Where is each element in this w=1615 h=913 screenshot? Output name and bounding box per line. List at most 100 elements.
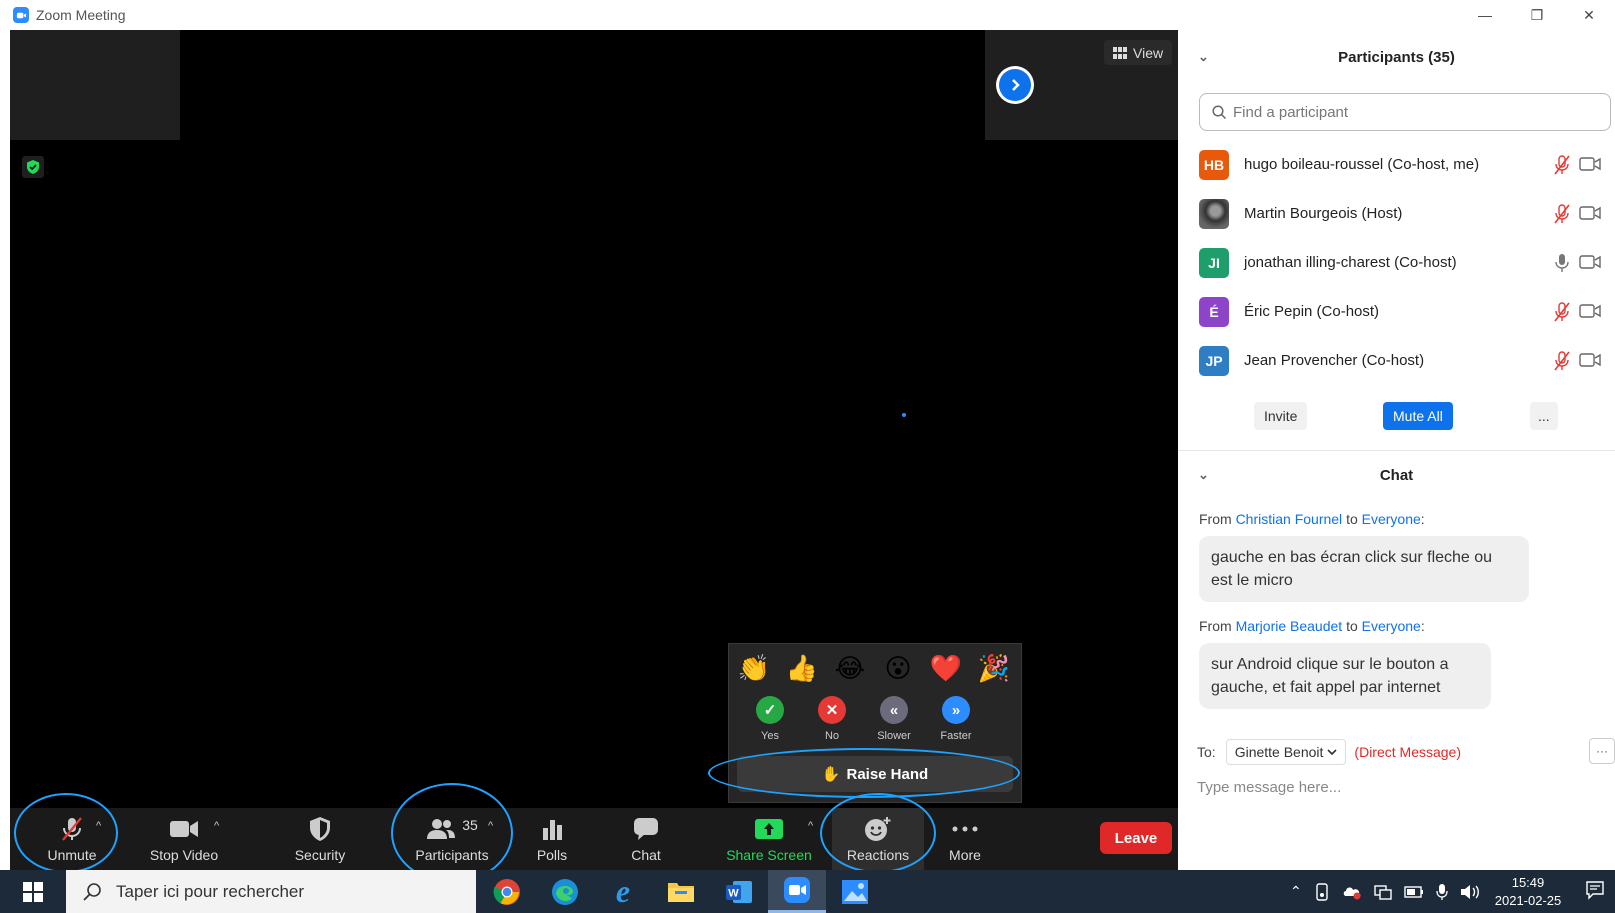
word-app-icon[interactable]: W [710,870,768,913]
recipient-name[interactable]: Everyone [1362,511,1421,527]
side-panel: ⌄ Participants (35) Find a participant H… [1178,30,1615,870]
invite-button[interactable]: Invite [1254,402,1308,430]
taskbar-clock[interactable]: 15:49 2021-02-25 [1488,874,1568,910]
cursor-dot [902,413,906,417]
clap-emoji-button[interactable]: 👏 [737,652,771,686]
close-button[interactable]: ✕ [1563,0,1615,30]
check-icon: ✓ [756,696,784,724]
minimize-button[interactable]: — [1459,0,1511,30]
participant-row[interactable]: HB hugo boileau-roussel (Co-host, me) [1199,140,1615,189]
video-camera-icon [169,815,199,843]
video-off-icon[interactable] [1579,352,1601,368]
muted-mic-icon[interactable] [1553,204,1571,224]
chat-title: Chat [1379,466,1414,484]
video-off-icon[interactable] [1579,254,1601,270]
chat-message-bubble: sur Android clique sur le bouton a gauch… [1199,643,1491,709]
mute-all-button[interactable]: Mute All [1383,402,1453,430]
participant-name: Éric Pepin (Co-host) [1244,303,1380,320]
participant-name: Martin Bourgeois (Host) [1244,205,1403,222]
to-label: to [1346,618,1358,634]
yes-button[interactable]: ✓ Yes [755,696,785,742]
reactions-popup: 👏 👍 😂 😮 ❤️ 🎉 ✓ Yes ✕ No « Slower » Faste… [728,643,1022,803]
search-icon [83,882,101,901]
surprised-emoji-button[interactable]: 😮 [881,652,915,686]
participant-row[interactable]: É Éric Pepin (Co-host) [1199,287,1615,336]
grid-view-icon [1113,46,1127,59]
recipient-select[interactable]: Ginette Benoit [1225,739,1347,765]
view-button[interactable]: View [1104,40,1173,65]
recipient-value: Ginette Benoit [1234,744,1324,760]
window-title: Zoom Meeting [36,7,126,23]
internet-explorer-app-icon[interactable]: e [594,870,652,913]
sender-name[interactable]: Christian Fournel [1236,511,1343,527]
participants-title: Participants (35) [1338,48,1455,66]
muted-mic-icon[interactable] [1553,302,1571,322]
sender-name[interactable]: Marjorie Beaudet [1236,618,1343,634]
participants-button[interactable]: 35 Participants [402,808,502,870]
slower-button[interactable]: « Slower [877,696,911,742]
party-emoji-button[interactable]: 🎉 [977,652,1011,686]
leave-button[interactable]: Leave [1100,822,1172,854]
video-options-caret[interactable]: ^ [214,820,219,832]
muted-mic-icon[interactable] [1553,351,1571,371]
participant-search-field[interactable]: Find a participant [1199,93,1611,131]
participants-header: ⌄ Participants (35) [1178,42,1615,72]
notifications-icon[interactable] [1585,880,1605,900]
device-icon[interactable] [1314,882,1330,901]
participants-options-caret[interactable]: ^ [488,820,493,832]
participant-row[interactable]: JP Jean Provencher (Co-host) [1199,336,1615,385]
no-button[interactable]: ✕ No [817,696,847,742]
thumbs-up-emoji-button[interactable]: 👍 [785,652,819,686]
next-page-button[interactable] [996,66,1034,104]
show-hidden-icons-chevron-icon[interactable]: ⌃ [1290,883,1302,900]
collapse-chat-chevron-icon[interactable]: ⌄ [1198,467,1209,483]
more-button[interactable]: More [930,808,1000,870]
restore-button[interactable]: ❐ [1511,0,1563,30]
network-icon[interactable] [1374,884,1392,900]
battery-icon[interactable] [1404,885,1424,898]
heart-emoji-button[interactable]: ❤️ [929,652,963,686]
volume-icon[interactable] [1460,884,1480,900]
onedrive-error-icon[interactable] [1342,884,1362,900]
raise-hand-button[interactable]: ✋ Raise Hand [737,756,1013,792]
security-button[interactable]: Security [280,808,360,870]
video-off-icon[interactable] [1579,303,1601,319]
unmute-button[interactable]: Unmute [36,808,108,870]
collapse-participants-chevron-icon[interactable]: ⌄ [1198,49,1209,65]
microphone-icon[interactable] [1436,883,1448,901]
zoom-app-icon[interactable] [768,870,826,913]
feedback-row: ✓ Yes ✕ No « Slower » Faster [755,696,972,742]
polls-button[interactable]: Polls [522,808,582,870]
muted-mic-icon[interactable] [1553,155,1571,175]
chat-button[interactable]: Chat [616,808,676,870]
clock-time: 15:49 [1511,875,1545,890]
audio-options-caret[interactable]: ^ [96,820,101,832]
video-off-icon[interactable] [1579,156,1601,172]
participant-row[interactable]: Martin Bourgeois (Host) [1199,189,1615,238]
reactions-button[interactable]: Reactions [832,808,924,870]
mic-icon[interactable] [1553,253,1571,273]
chat-message-meta: From Christian Fournel to Everyone: [1199,511,1425,527]
faster-button[interactable]: » Faster [940,696,972,742]
chat-header: ⌄ Chat [1178,460,1615,490]
participants-icon [427,819,456,839]
taskbar-search-box[interactable]: Taper ici pour rechercher [66,870,476,913]
laugh-emoji-button[interactable]: 😂 [833,652,867,686]
photos-app-icon[interactable] [826,870,884,913]
share-options-caret[interactable]: ^ [808,820,813,832]
video-off-icon[interactable] [1579,205,1601,221]
encryption-shield-icon[interactable] [22,156,44,178]
edge-app-icon[interactable] [536,870,594,913]
participant-row[interactable]: JI jonathan illing-charest (Co-host) [1199,238,1615,287]
recipient-name[interactable]: Everyone [1362,618,1421,634]
share-screen-button[interactable]: Share Screen [724,808,814,870]
taskbar-search-placeholder: Taper ici pour rechercher [116,881,305,901]
participants-more-button[interactable]: ... [1530,402,1558,430]
chat-message-input[interactable] [1197,774,1577,800]
stop-video-button[interactable]: Stop Video [134,808,234,870]
fast-forward-icon: » [942,696,970,724]
chat-more-button[interactable]: ··· [1589,738,1615,764]
chrome-app-icon[interactable] [478,870,536,913]
windows-start-button[interactable] [0,870,66,913]
file-explorer-app-icon[interactable] [652,870,710,913]
